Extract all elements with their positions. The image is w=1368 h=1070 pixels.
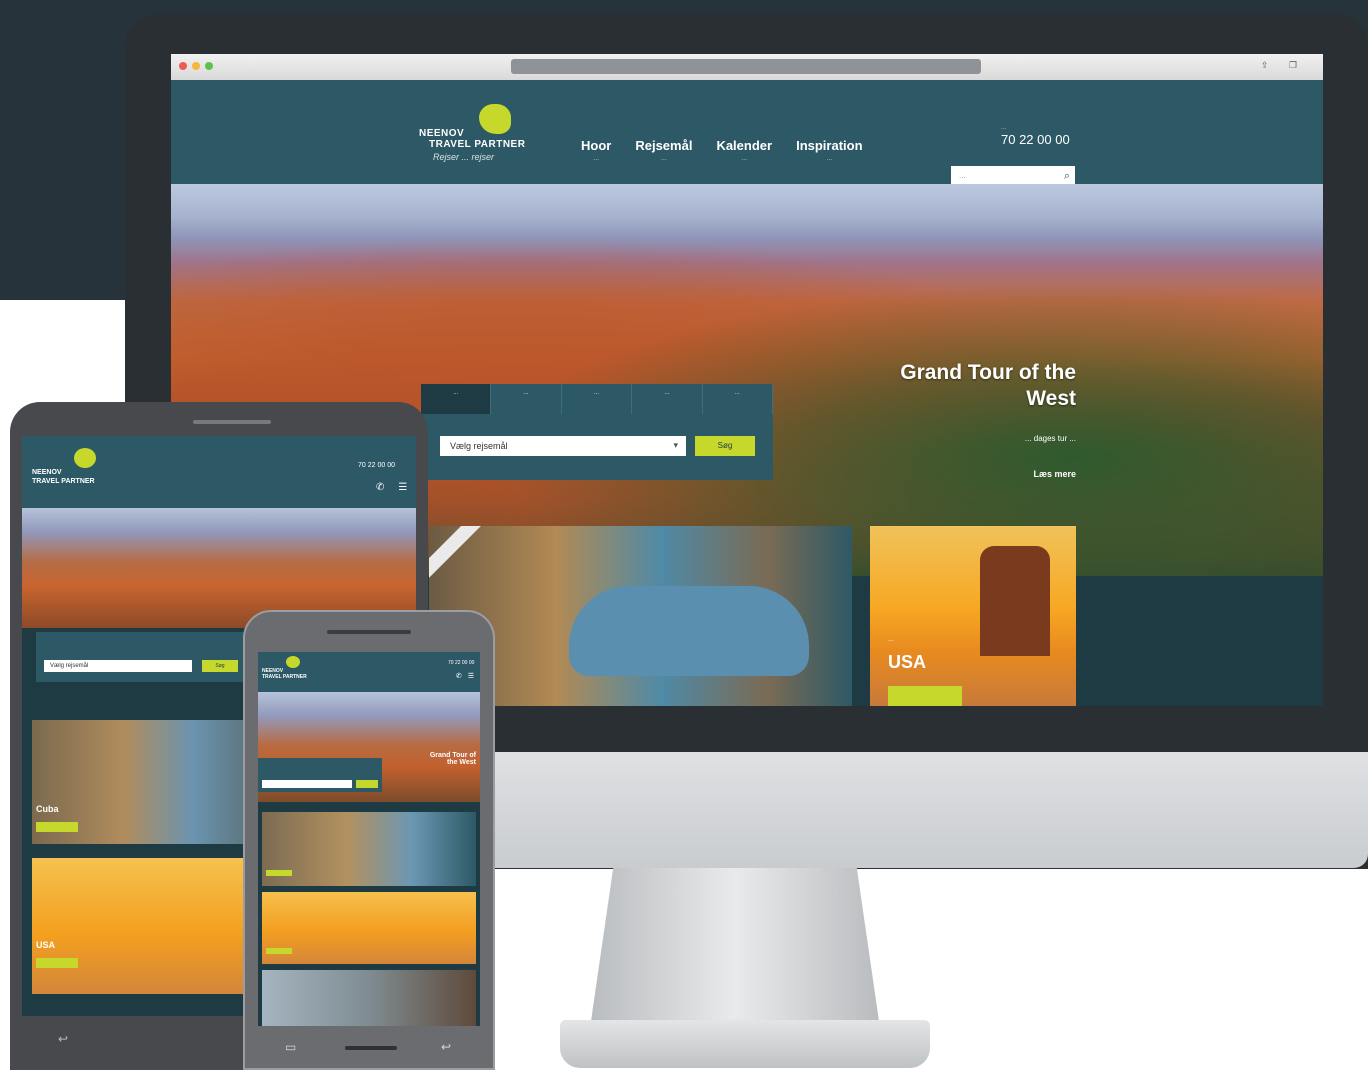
- logo-mark-icon: [286, 656, 300, 668]
- phone-hero-title: Grand Tour of the West: [429, 752, 476, 766]
- phone-device: NEENOV TRAVEL PARTNER 70 22 00 00 ✆ ☰ Gr…: [243, 610, 495, 1070]
- back-icon[interactable]: ↩: [58, 1032, 68, 1046]
- tablet-usa-tile[interactable]: [32, 858, 262, 994]
- menu-icon[interactable]: ☰: [398, 482, 407, 493]
- monitor-stand: [590, 868, 880, 1028]
- hero-title: Grand Tour of the West: [900, 361, 1076, 410]
- nav-sub: ...: [660, 155, 667, 162]
- phone-usa-tile[interactable]: [262, 892, 476, 964]
- tablet-phone[interactable]: 70 22 00 00: [358, 462, 395, 469]
- logo-line2: TRAVEL PARTNER: [429, 139, 526, 150]
- butte-image: [980, 546, 1050, 656]
- logo-line1: NEENOV: [32, 469, 62, 476]
- search-button[interactable]: Søg: [695, 436, 755, 456]
- nav-item-inspiration[interactable]: Inspiration ...: [796, 138, 862, 162]
- recent-apps-icon[interactable]: ▭: [285, 1040, 296, 1054]
- browser-actions: ⇪ ❐: [1261, 60, 1301, 72]
- share-icon[interactable]: ⇪: [1261, 60, 1273, 72]
- browser-toolbar: ⇪ ❐: [171, 54, 1323, 80]
- nav-item-hoor[interactable]: Hoor ...: [581, 138, 611, 162]
- nav-label: Rejsemål: [635, 138, 693, 153]
- address-bar[interactable]: [511, 59, 981, 74]
- phone-animal-tile[interactable]: [262, 970, 476, 1026]
- logo-line1: NEENOV: [419, 128, 465, 139]
- tablet-header: NEENOV TRAVEL PARTNER 70 22 00 00 ✆ ☰: [22, 436, 416, 508]
- back-icon[interactable]: ↩: [441, 1040, 451, 1054]
- tablet-search-button[interactable]: Søg: [202, 660, 238, 672]
- close-window-button[interactable]: [179, 62, 187, 70]
- tablet-cuba-name: Cuba: [36, 804, 59, 814]
- usa-tile[interactable]: ... USA: [870, 526, 1076, 706]
- phone-header-icons: ✆ ☰: [456, 672, 474, 680]
- phone-speaker: [327, 630, 411, 634]
- tablet-header-icons: ✆ ☰: [376, 482, 407, 493]
- phone-destination-select[interactable]: [262, 780, 352, 788]
- site-logo[interactable]: NEENOV TRAVEL PARTNER Rejser ... rejser: [419, 104, 539, 166]
- phone-usa-button[interactable]: [266, 948, 292, 954]
- nav-label: Inspiration: [796, 138, 863, 153]
- window-controls: [179, 62, 213, 70]
- booking-tab[interactable]: ...: [421, 384, 492, 414]
- booking-tab[interactable]: ...: [491, 384, 562, 414]
- booking-widget: ... ... ... ... ... Vælg rejsemål ▾ Søg: [421, 384, 774, 480]
- tablet-speaker: [193, 420, 271, 424]
- tablet-logo[interactable]: NEENOV TRAVEL PARTNER: [32, 468, 95, 486]
- nav-label: Hoor: [581, 138, 612, 153]
- booking-tabs: ... ... ... ... ...: [421, 384, 774, 414]
- phone-screen: NEENOV TRAVEL PARTNER 70 22 00 00 ✆ ☰ Gr…: [258, 652, 480, 1026]
- tabs-icon[interactable]: ❐: [1289, 60, 1301, 72]
- search-icon[interactable]: ⌕: [1064, 170, 1070, 183]
- minimize-window-button[interactable]: [192, 62, 200, 70]
- phone-search-button[interactable]: [356, 780, 378, 788]
- logo-line2: TRAVEL PARTNER: [262, 674, 307, 680]
- phone-header: NEENOV TRAVEL PARTNER 70 22 00 00 ✆ ☰: [258, 652, 480, 692]
- phone-booking-widget: [258, 758, 382, 792]
- nav-sub: ...: [826, 155, 833, 162]
- booking-tab[interactable]: ...: [703, 384, 774, 414]
- search-placeholder: ...: [959, 171, 966, 180]
- nav-item-calendar[interactable]: Kalender ...: [716, 138, 772, 162]
- destination-select[interactable]: Vælg rejsemål ▾: [440, 436, 686, 456]
- destination-select-value: Vælg rejsemål: [450, 441, 508, 451]
- nav-label: Kalender: [716, 138, 773, 153]
- vintage-car-image: [569, 586, 809, 676]
- nav-sub: ...: [593, 155, 600, 162]
- main-nav: Hoor ... Rejsemål ... Kalender ... Inspi…: [581, 138, 863, 162]
- menu-icon[interactable]: ☰: [468, 672, 474, 680]
- tablet-booking-widget: Vælg rejsemål Søg: [36, 632, 246, 682]
- logo-mark-icon: [479, 104, 511, 134]
- booking-tab[interactable]: ...: [632, 384, 703, 414]
- phone-icon[interactable]: ✆: [376, 482, 384, 493]
- tablet-usa-button[interactable]: [36, 958, 78, 968]
- home-button[interactable]: [345, 1046, 397, 1050]
- logo-mark-icon: [74, 448, 96, 468]
- monitor-foot: [560, 1020, 930, 1068]
- hero-description: ... dages tur ...: [1024, 434, 1076, 443]
- phone-number[interactable]: 70 22 00 00: [1001, 132, 1070, 147]
- logo-line2: TRAVEL PARTNER: [32, 478, 95, 485]
- logo-tagline: Rejser ... rejser: [433, 152, 495, 162]
- tablet-destination-select[interactable]: Vælg rejsemål: [44, 660, 192, 672]
- usa-tile-label: ...: [888, 636, 894, 643]
- nav-item-destinations[interactable]: Rejsemål ...: [635, 138, 692, 162]
- site-header: NEENOV TRAVEL PARTNER Rejser ... rejser …: [171, 80, 1323, 188]
- hero-read-more-link[interactable]: Læs mere: [991, 469, 1076, 479]
- usa-tile-button[interactable]: [888, 686, 962, 706]
- ribbon-badge: [429, 526, 491, 580]
- phone-icon[interactable]: ✆: [456, 672, 462, 680]
- chevron-down-icon: ▾: [673, 440, 678, 450]
- maximize-window-button[interactable]: [205, 62, 213, 70]
- phone-number-small[interactable]: 70 22 00 00: [448, 660, 474, 666]
- phone-cuba-button[interactable]: [266, 870, 292, 876]
- phone-label: ...: [1001, 125, 1007, 131]
- phone-logo[interactable]: NEENOV TRAVEL PARTNER: [262, 668, 307, 680]
- tablet-cuba-button[interactable]: [36, 822, 78, 832]
- tablet-usa-name: USA: [36, 940, 56, 950]
- empty-tile: [1076, 576, 1323, 706]
- usa-tile-name: USA: [888, 652, 927, 672]
- booking-tab[interactable]: ...: [562, 384, 633, 414]
- phone-cuba-tile[interactable]: [262, 812, 476, 886]
- nav-sub: ...: [741, 155, 748, 162]
